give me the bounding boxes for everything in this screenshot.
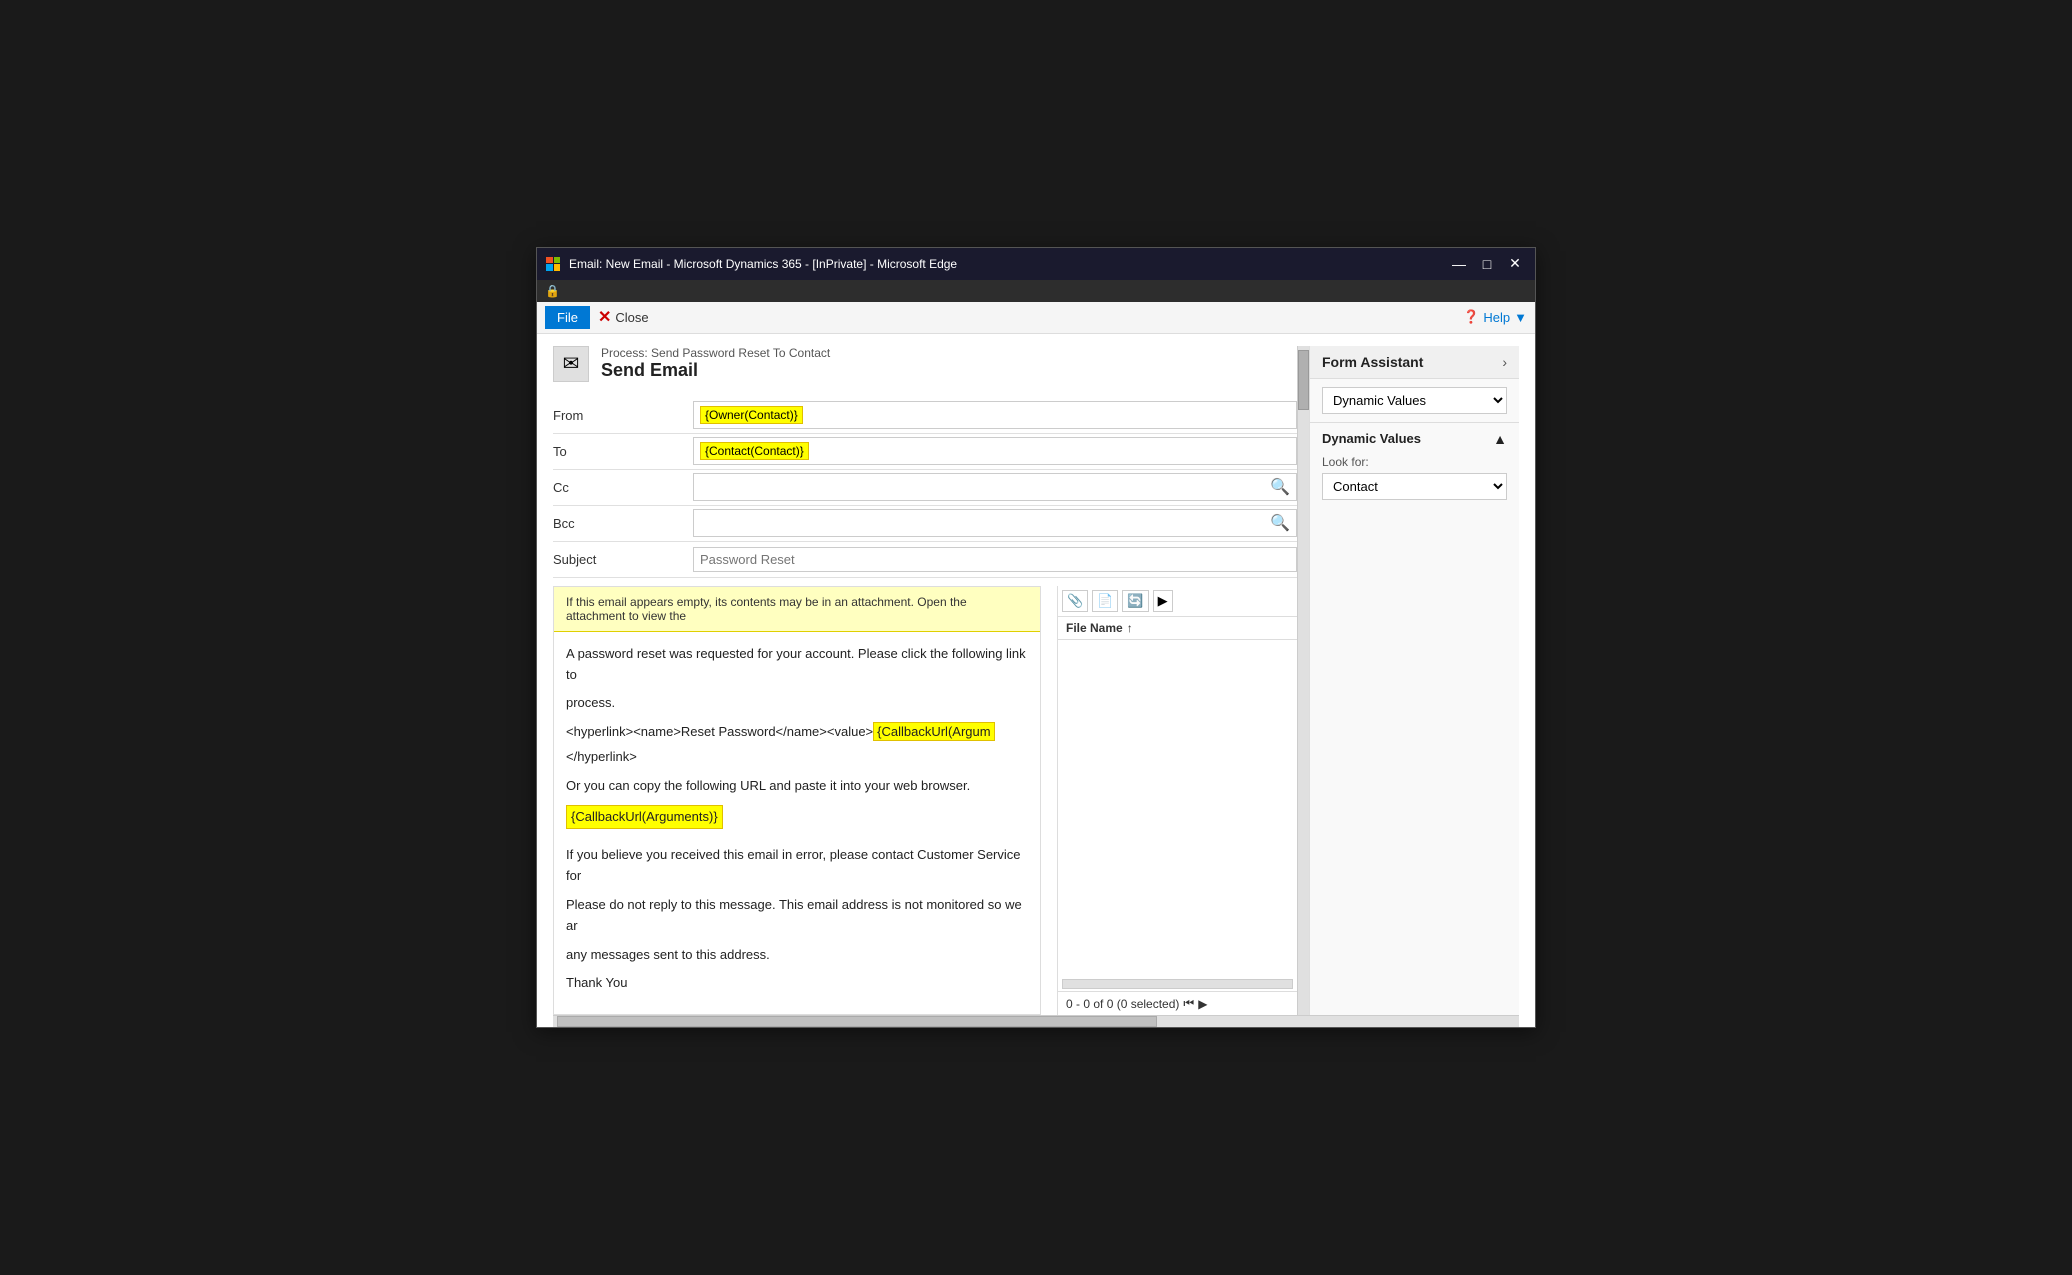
file-name-label: File Name [1066,621,1123,635]
bcc-row: Bcc 🔍 [553,506,1297,542]
cc-label: Cc [553,474,693,501]
title-bar: Email: New Email - Microsoft Dynamics 36… [537,248,1535,280]
attachment-panel: 📎 📄 🔄 ▶ File Name ↑ [1057,586,1297,1015]
process-label: Process: Send Password Reset To Contact [601,346,830,360]
to-label: To [553,438,693,465]
cc-lookup-icon[interactable]: 🔍 [1270,477,1290,497]
bcc-field: 🔍 [693,509,1297,537]
page-header: ✉ Process: Send Password Reset To Contac… [553,346,1297,382]
pagination-next-icon[interactable]: ▶ [1198,997,1207,1011]
main-panel: ✉ Process: Send Password Reset To Contac… [553,346,1297,1015]
help-label: Help [1483,310,1510,325]
dynamic-values-section: Dynamic Values ▲ Look for: Contact Owner [1310,423,1519,508]
email-body[interactable]: A password reset was requested for your … [554,632,1040,1014]
subject-label: Subject [553,546,693,573]
from-token-field[interactable]: {Owner(Contact)} [693,401,1297,429]
bcc-lookup-icon[interactable]: 🔍 [1270,513,1290,533]
email-line-1: A password reset was requested for your … [566,644,1028,686]
attachment-scrollbar[interactable] [1062,979,1293,989]
close-icon: ✕ [598,307,611,327]
att-edit-button[interactable]: 📄 [1092,590,1118,612]
bcc-token-field[interactable]: 🔍 [693,509,1297,537]
subject-field [693,547,1297,572]
callback-token-inline: {CallbackUrl(Argum [873,722,994,741]
help-chevron-icon: ▼ [1514,310,1527,325]
email-line-3: Or you can copy the following URL and pa… [566,776,1028,797]
email-body-outer: If this email appears empty, its content… [553,586,1297,1015]
content-area: ✉ Process: Send Password Reset To Contac… [537,334,1535,1027]
dynamic-values-section-header: Dynamic Values ▲ [1322,431,1507,447]
attachment-list [1058,640,1297,977]
pagination-text: 0 - 0 of 0 (0 selected) [1066,997,1179,1011]
from-token: {Owner(Contact)} [700,406,803,424]
email-line-2: process. [566,693,1028,714]
horizontal-scrollbar-thumb[interactable] [557,1016,1157,1027]
email-line-7: Thank You [566,973,1028,994]
page-title: Send Email [601,360,830,381]
pagination-icon[interactable]: ⏮ [1183,996,1194,1011]
close-label: Close [615,310,648,325]
cc-field: 🔍 [693,473,1297,501]
email-body-wrapper: If this email appears empty, its content… [553,578,1297,1015]
help-icon: ❓ [1463,309,1479,325]
form-assistant-header: Form Assistant › [1310,346,1519,379]
dynamic-values-section-title: Dynamic Values [1322,431,1421,446]
warning-bar: If this email appears empty, its content… [554,587,1040,632]
to-token: {Contact(Contact)} [700,442,809,460]
attachment-toolbar: 📎 📄 🔄 ▶ [1058,586,1297,617]
att-refresh-button[interactable]: 🔄 [1122,590,1148,612]
hyperlink-line: <hyperlink><name>Reset Password</name><v… [566,722,1028,743]
callback-token-standalone: {CallbackUrl(Arguments)} [566,805,723,830]
envelope-icon: ✉ [563,351,580,376]
from-row: From {Owner(Contact)} [553,398,1297,434]
file-button[interactable]: File [545,306,590,329]
window-controls: — □ ✕ [1447,254,1527,274]
header-text: Process: Send Password Reset To Contact … [601,346,830,381]
form-area: From {Owner(Contact)} To [553,398,1297,578]
file-name-column-header: File Name ↑ [1058,617,1297,640]
look-for-label: Look for: [1322,455,1507,469]
lock-icon: 🔒 [545,284,560,298]
address-bar: 🔒 [537,280,1535,302]
dynamic-values-dropdown[interactable]: Dynamic Values Static Values [1322,387,1507,414]
email-line-5: Please do not reply to this message. Thi… [566,895,1028,937]
window-title: Email: New Email - Microsoft Dynamics 36… [569,257,1447,271]
from-label: From [553,402,693,429]
close-button[interactable]: ✕ Close [598,307,649,327]
cc-row: Cc 🔍 [553,470,1297,506]
warning-text: If this email appears empty, its content… [566,595,967,623]
main-window: Email: New Email - Microsoft Dynamics 36… [536,247,1536,1028]
look-for-dropdown[interactable]: Contact Owner [1322,473,1507,500]
att-add-button[interactable]: 📎 [1062,590,1088,612]
subject-row: Subject [553,542,1297,578]
bcc-label: Bcc [553,510,693,537]
form-assistant-dropdown-container: Dynamic Values Static Values [1310,379,1519,423]
from-field: {Owner(Contact)} [693,401,1297,429]
form-assistant-panel: Form Assistant › Dynamic Values Static V… [1309,346,1519,1015]
help-button[interactable]: ❓ Help ▼ [1463,309,1527,325]
subject-input[interactable] [693,547,1297,572]
hyperlink-end-line: </hyperlink> [566,747,1028,768]
to-row: To {Contact(Contact)} [553,434,1297,470]
form-assistant-collapse-icon[interactable]: › [1502,354,1507,370]
minimize-button[interactable]: — [1447,254,1471,274]
email-line-4: If you believe you received this email i… [566,845,1028,887]
app-icon [545,256,561,272]
sort-icon: ↑ [1127,621,1133,635]
form-assistant-title: Form Assistant [1322,354,1423,370]
email-line-6: any messages sent to this address. [566,945,1028,966]
cc-token-field[interactable]: 🔍 [693,473,1297,501]
scrollbar-thumb[interactable] [1298,350,1309,410]
att-delete-button[interactable]: ▶ [1153,590,1173,612]
window-close-button[interactable]: ✕ [1503,254,1527,274]
send-email-icon: ✉ [553,346,589,382]
to-token-field[interactable]: {Contact(Contact)} [693,437,1297,465]
to-field: {Contact(Contact)} [693,437,1297,465]
app-toolbar: File ✕ Close ❓ Help ▼ [537,302,1535,334]
maximize-button[interactable]: □ [1475,254,1499,274]
section-collapse-icon[interactable]: ▲ [1493,431,1507,447]
vertical-scrollbar[interactable] [1297,346,1309,1015]
horizontal-scrollbar[interactable] [553,1015,1519,1027]
attachment-pagination: 0 - 0 of 0 (0 selected) ⏮ ▶ [1058,991,1297,1015]
